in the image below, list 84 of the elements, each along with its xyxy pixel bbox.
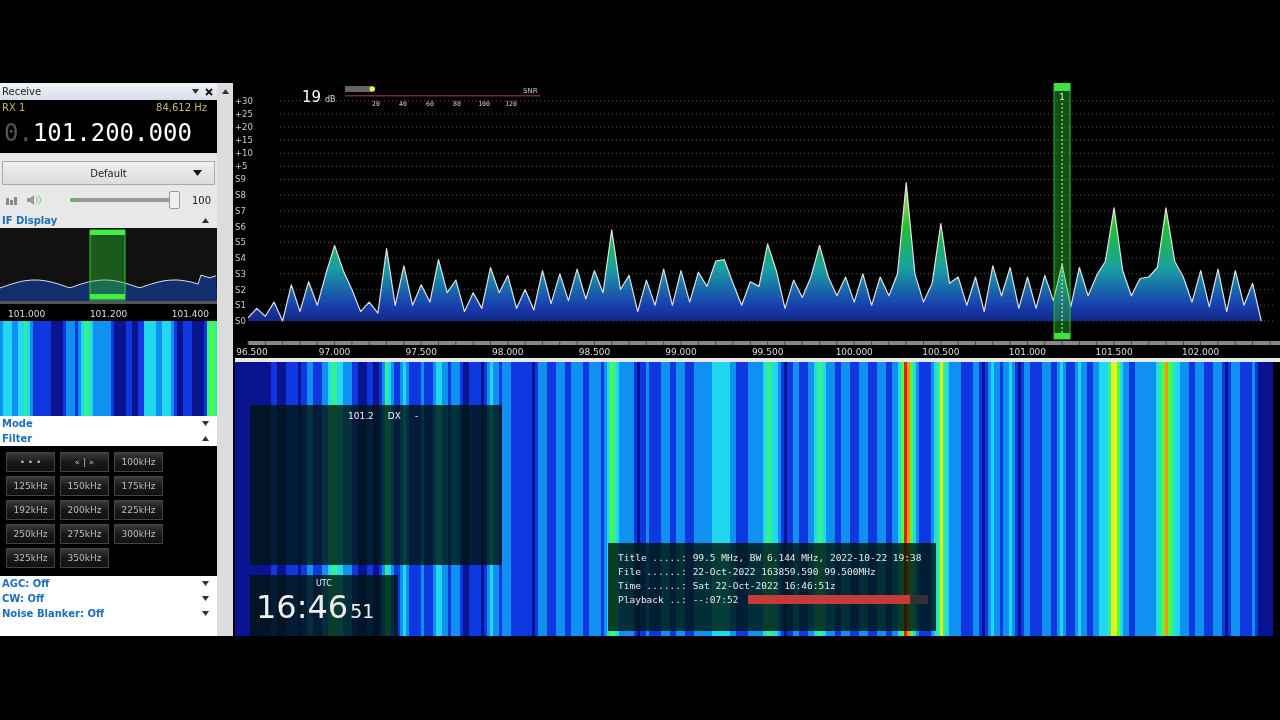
filter-button[interactable]: 275kHz	[60, 524, 109, 544]
clock-time: 16:46	[256, 588, 349, 626]
level-label: S1	[235, 300, 246, 311]
level-label: S9	[235, 174, 246, 185]
scrollbar[interactable]	[217, 83, 233, 636]
level-label: S3	[235, 268, 246, 279]
frequency-label: 96.500	[236, 347, 268, 357]
level-label: +25	[235, 108, 253, 119]
frequency-label: 101.400	[171, 309, 209, 319]
caret-icon	[193, 170, 202, 176]
filter-button[interactable]: 225kHz	[114, 500, 163, 520]
filter-button[interactable]: « | »	[60, 452, 109, 472]
station-frequency: 101.2	[348, 411, 374, 421]
section-header[interactable]: IF Display	[0, 213, 217, 228]
info-value: 22-Oct-2022 163859.590 99.500MHz	[692, 566, 876, 577]
playback-time: --:07:52	[692, 594, 739, 605]
vfo-number: 1	[1059, 93, 1065, 102]
frequency-label: 98.500	[578, 347, 611, 357]
section-title: IF Display	[2, 215, 58, 226]
info-label: Time ......:	[618, 580, 687, 591]
filter-button[interactable]: 125kHz	[6, 476, 55, 496]
station-mode: DX	[387, 411, 401, 421]
volume-value: 100	[191, 194, 211, 206]
info-value: Sat 22-Oct-2022 16:46:51z	[692, 580, 836, 591]
section-title: Mode	[2, 418, 33, 429]
level-label: +20	[235, 122, 253, 132]
filter-button[interactable]: 350kHz	[60, 548, 109, 568]
frequency-label: 102.000	[1182, 347, 1220, 357]
panel-title: Receive	[2, 86, 42, 97]
snr-value: 19	[302, 88, 322, 106]
preset-dropdown[interactable]: Default	[2, 161, 215, 185]
speaker-icon[interactable]	[26, 194, 42, 206]
info-label: Title .....:	[618, 552, 687, 563]
frequency-label: 100.500	[922, 347, 960, 357]
level-label: S8	[235, 190, 246, 201]
section-title: Filter	[2, 433, 33, 444]
filter-button[interactable]: 100kHz	[114, 452, 163, 472]
filter-button[interactable]: 150kHz	[60, 476, 109, 496]
snr-unit: dB	[325, 95, 336, 104]
info-label: Playback ..:	[618, 594, 687, 605]
frequency-display[interactable]: 0.101.200.000	[0, 113, 217, 153]
vfo-marker[interactable]	[1053, 83, 1071, 340]
level-label: +15	[235, 135, 253, 146]
frequency-label: 101.000	[8, 309, 46, 319]
bar-chart-icon[interactable]	[6, 195, 18, 205]
dropdown-icon	[192, 89, 199, 94]
level-label: S5	[235, 237, 246, 248]
filter-button[interactable]: 175kHz	[114, 476, 163, 496]
level-label: S2	[235, 284, 246, 295]
station-extra: -	[414, 411, 419, 421]
level-label: S6	[235, 221, 246, 232]
clock-seconds: 51	[350, 600, 375, 622]
frequency-label: 100.000	[835, 347, 873, 357]
caret-icon	[221, 89, 229, 94]
frequency-label: 98.000	[492, 347, 524, 357]
close-icon[interactable]	[205, 87, 213, 96]
filter-button[interactable]: • • •	[6, 452, 55, 472]
info-label: File ......:	[618, 566, 687, 577]
frequency-label: 101.200	[89, 309, 128, 319]
filter-button[interactable]: 192kHz	[6, 500, 55, 520]
clock-label: UTC	[316, 579, 332, 588]
frequency-label: 101.500	[1095, 347, 1133, 357]
level-label: S7	[235, 205, 246, 216]
frequency-label: 97.000	[318, 347, 351, 357]
info-value: 99.5 MHz, BW 6.144 MHz, 2022-10-22 19:38	[692, 552, 922, 563]
frequency-label: 101.000	[1008, 347, 1047, 357]
frequency-label: 99.000	[665, 347, 697, 357]
filter-button[interactable]: 325kHz	[6, 548, 55, 568]
filter-button[interactable]: 300kHz	[114, 524, 163, 544]
filter-button[interactable]: 250kHz	[6, 524, 55, 544]
level-label: S4	[235, 253, 246, 264]
section-title: Noise Blanker: Off	[2, 608, 104, 619]
level-label: +5	[235, 161, 248, 172]
frequency-label: 99.500	[751, 347, 784, 357]
frequency-offset: 84,612 Hz	[156, 102, 207, 113]
level-label: S0	[235, 316, 246, 326]
section-title: AGC: Off	[2, 578, 50, 589]
frequency-label: 97.500	[405, 347, 437, 357]
filter-button[interactable]: 200kHz	[60, 500, 109, 520]
level-label: +10	[235, 148, 253, 159]
level-label: +30	[235, 95, 253, 106]
playback-bar[interactable]	[748, 595, 929, 604]
section-title: CW: Off	[2, 593, 45, 604]
rx-label: RX 1	[2, 102, 26, 113]
